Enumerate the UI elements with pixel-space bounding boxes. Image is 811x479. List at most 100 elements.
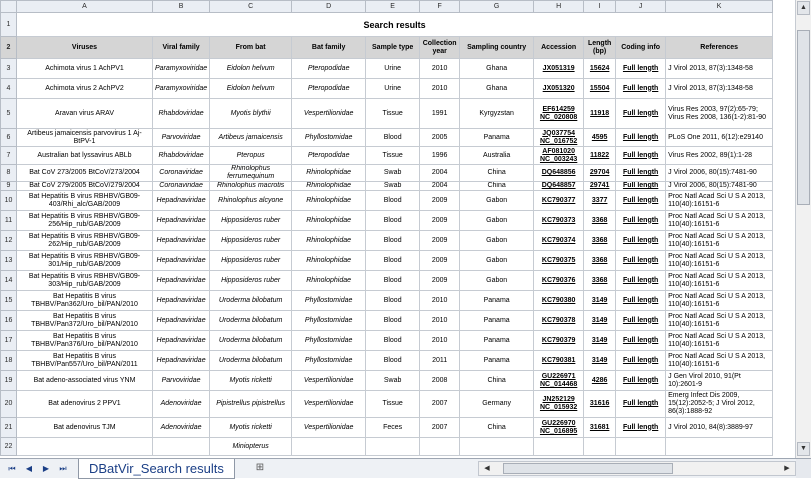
column-letter[interactable]: J: [615, 0, 667, 13]
table-cell[interactable]: Blood: [365, 330, 421, 351]
column-letter[interactable]: C: [209, 0, 293, 13]
table-cell[interactable]: J Virol 2013, 87(3):1348-58: [665, 58, 774, 79]
table-cell[interactable]: Eidolon helvum: [209, 78, 293, 99]
column-letter[interactable]: B: [151, 0, 211, 13]
row-number[interactable]: 17: [0, 330, 17, 351]
table-cell[interactable]: Rhinolophidae: [291, 181, 367, 191]
table-cell[interactable]: Vespertilionidae: [291, 390, 367, 418]
table-cell[interactable]: Gabon: [459, 250, 535, 271]
table-cell[interactable]: 31616: [583, 390, 617, 418]
table-cell[interactable]: Pteropodidae: [291, 78, 367, 99]
column-letter[interactable]: E: [365, 0, 421, 13]
table-cell[interactable]: Achimota virus 2 AchPV2: [16, 78, 153, 99]
table-cell[interactable]: 1996: [419, 146, 461, 165]
table-cell[interactable]: Gabon: [459, 230, 535, 251]
table-cell[interactable]: 2007: [419, 390, 461, 418]
table-cell[interactable]: Full length: [615, 190, 667, 211]
column-header[interactable]: References: [665, 36, 774, 59]
prev-sheet-icon[interactable]: ◀: [22, 462, 36, 475]
table-cell[interactable]: Hepadnaviridae: [151, 330, 211, 351]
column-letter[interactable]: A: [16, 0, 153, 13]
row-number[interactable]: 13: [0, 250, 17, 271]
table-cell[interactable]: Rhinolophidae: [291, 230, 367, 251]
table-cell[interactable]: Panama: [459, 310, 535, 331]
table-cell[interactable]: Full length: [615, 310, 667, 331]
table-cell[interactable]: Uroderma bilobatum: [209, 310, 293, 331]
column-header[interactable]: Accession: [533, 36, 585, 59]
table-cell[interactable]: 3377: [583, 190, 617, 211]
table-cell[interactable]: Adenoviridae: [151, 390, 211, 418]
table-cell[interactable]: KC790378: [533, 310, 585, 331]
table-cell[interactable]: Rhinolophus macrotis: [209, 181, 293, 191]
table-cell[interactable]: KC790375: [533, 250, 585, 271]
row-number[interactable]: 5: [0, 98, 17, 129]
row-number[interactable]: 2: [0, 36, 17, 59]
table-cell[interactable]: Ghana: [459, 58, 535, 79]
table-cell[interactable]: J Virol 2006, 80(15):7481-90: [665, 164, 774, 182]
row-number[interactable]: 10: [0, 190, 17, 211]
select-all-corner[interactable]: [0, 0, 17, 13]
table-cell[interactable]: Phyllostomidae: [291, 128, 367, 147]
table-cell[interactable]: Achimota virus 1 AchPV1: [16, 58, 153, 79]
table-cell[interactable]: 3149: [583, 350, 617, 371]
table-cell[interactable]: Rhabdoviridae: [151, 146, 211, 165]
table-cell[interactable]: 3368: [583, 250, 617, 271]
table-cell[interactable]: Rhinolophidae: [291, 270, 367, 291]
table-cell[interactable]: Urine: [365, 78, 421, 99]
table-cell[interactable]: Full length: [615, 58, 667, 79]
table-cell[interactable]: Full length: [615, 181, 667, 191]
table-cell[interactable]: Bat Hepatitis B virus RBHBV/GB09-301/Hip…: [16, 250, 153, 271]
table-cell[interactable]: Full length: [615, 146, 667, 165]
table-cell[interactable]: KC790376: [533, 270, 585, 291]
table-cell[interactable]: Tissue: [365, 390, 421, 418]
table-cell[interactable]: Hepadnaviridae: [151, 250, 211, 271]
table-cell[interactable]: J Virol 2010, 84(8):3889-97: [665, 417, 774, 438]
table-cell[interactable]: Blood: [365, 190, 421, 211]
table-cell[interactable]: Vespertilionidae: [291, 417, 367, 438]
table-cell[interactable]: Panama: [459, 128, 535, 147]
column-letter[interactable]: G: [459, 0, 535, 13]
table-cell[interactable]: 2009: [419, 230, 461, 251]
table-cell[interactable]: Feces: [365, 417, 421, 438]
table-cell[interactable]: Myotis ricketti: [209, 417, 293, 438]
table-cell[interactable]: Proc Natl Acad Sci U S A 2013, 110(40):1…: [665, 290, 774, 311]
column-letter[interactable]: H: [533, 0, 585, 13]
row-number[interactable]: 4: [0, 78, 17, 99]
table-cell[interactable]: Artibeus jamaicensis parvovirus 1 Aj-BtP…: [16, 128, 153, 147]
table-cell[interactable]: Uroderma bilobatum: [209, 350, 293, 371]
table-cell[interactable]: 3368: [583, 210, 617, 231]
table-cell[interactable]: Artibeus jamaicensis: [209, 128, 293, 147]
table-cell[interactable]: Coronaviridae: [151, 181, 211, 191]
column-letter[interactable]: D: [291, 0, 367, 13]
table-cell[interactable]: Bat Hepatitis B virus RBHBV/GB09-256/Hip…: [16, 210, 153, 231]
table-cell[interactable]: Full length: [615, 390, 667, 418]
scroll-up-icon[interactable]: ▲: [797, 1, 810, 15]
table-cell[interactable]: DQ648857: [533, 181, 585, 191]
table-cell[interactable]: Hepadnaviridae: [151, 190, 211, 211]
table-cell[interactable]: Proc Natl Acad Sci U S A 2013, 110(40):1…: [665, 310, 774, 331]
table-cell[interactable]: [151, 437, 211, 456]
table-cell[interactable]: [583, 437, 617, 456]
row-number[interactable]: 9: [0, 181, 17, 191]
table-cell[interactable]: Gabon: [459, 210, 535, 231]
scroll-left-icon[interactable]: ◀: [481, 463, 493, 474]
table-cell[interactable]: 3368: [583, 230, 617, 251]
table-cell[interactable]: 3368: [583, 270, 617, 291]
table-cell[interactable]: Swab: [365, 181, 421, 191]
vertical-scroll-thumb[interactable]: [797, 30, 810, 205]
table-cell[interactable]: Full length: [615, 210, 667, 231]
table-cell[interactable]: 2004: [419, 164, 461, 182]
table-cell[interactable]: Uroderma bilobatum: [209, 330, 293, 351]
table-cell[interactable]: Proc Natl Acad Sci U S A 2013, 110(40):1…: [665, 330, 774, 351]
table-cell[interactable]: Miniopterus: [209, 437, 293, 456]
table-cell[interactable]: Blood: [365, 350, 421, 371]
table-cell[interactable]: Eidolon helvum: [209, 58, 293, 79]
table-cell[interactable]: [533, 437, 585, 456]
table-cell[interactable]: China: [459, 181, 535, 191]
table-cell[interactable]: Paramyxoviridae: [151, 58, 211, 79]
table-cell[interactable]: Bat Hepatitis B virus TBHBV/Pan372/Uro_b…: [16, 310, 153, 331]
table-cell[interactable]: Rhinolophus ferrumequinum: [209, 164, 293, 182]
table-cell[interactable]: Ghana: [459, 78, 535, 99]
table-cell[interactable]: Rhinolophidae: [291, 190, 367, 211]
table-cell[interactable]: Hipposideros ruber: [209, 270, 293, 291]
